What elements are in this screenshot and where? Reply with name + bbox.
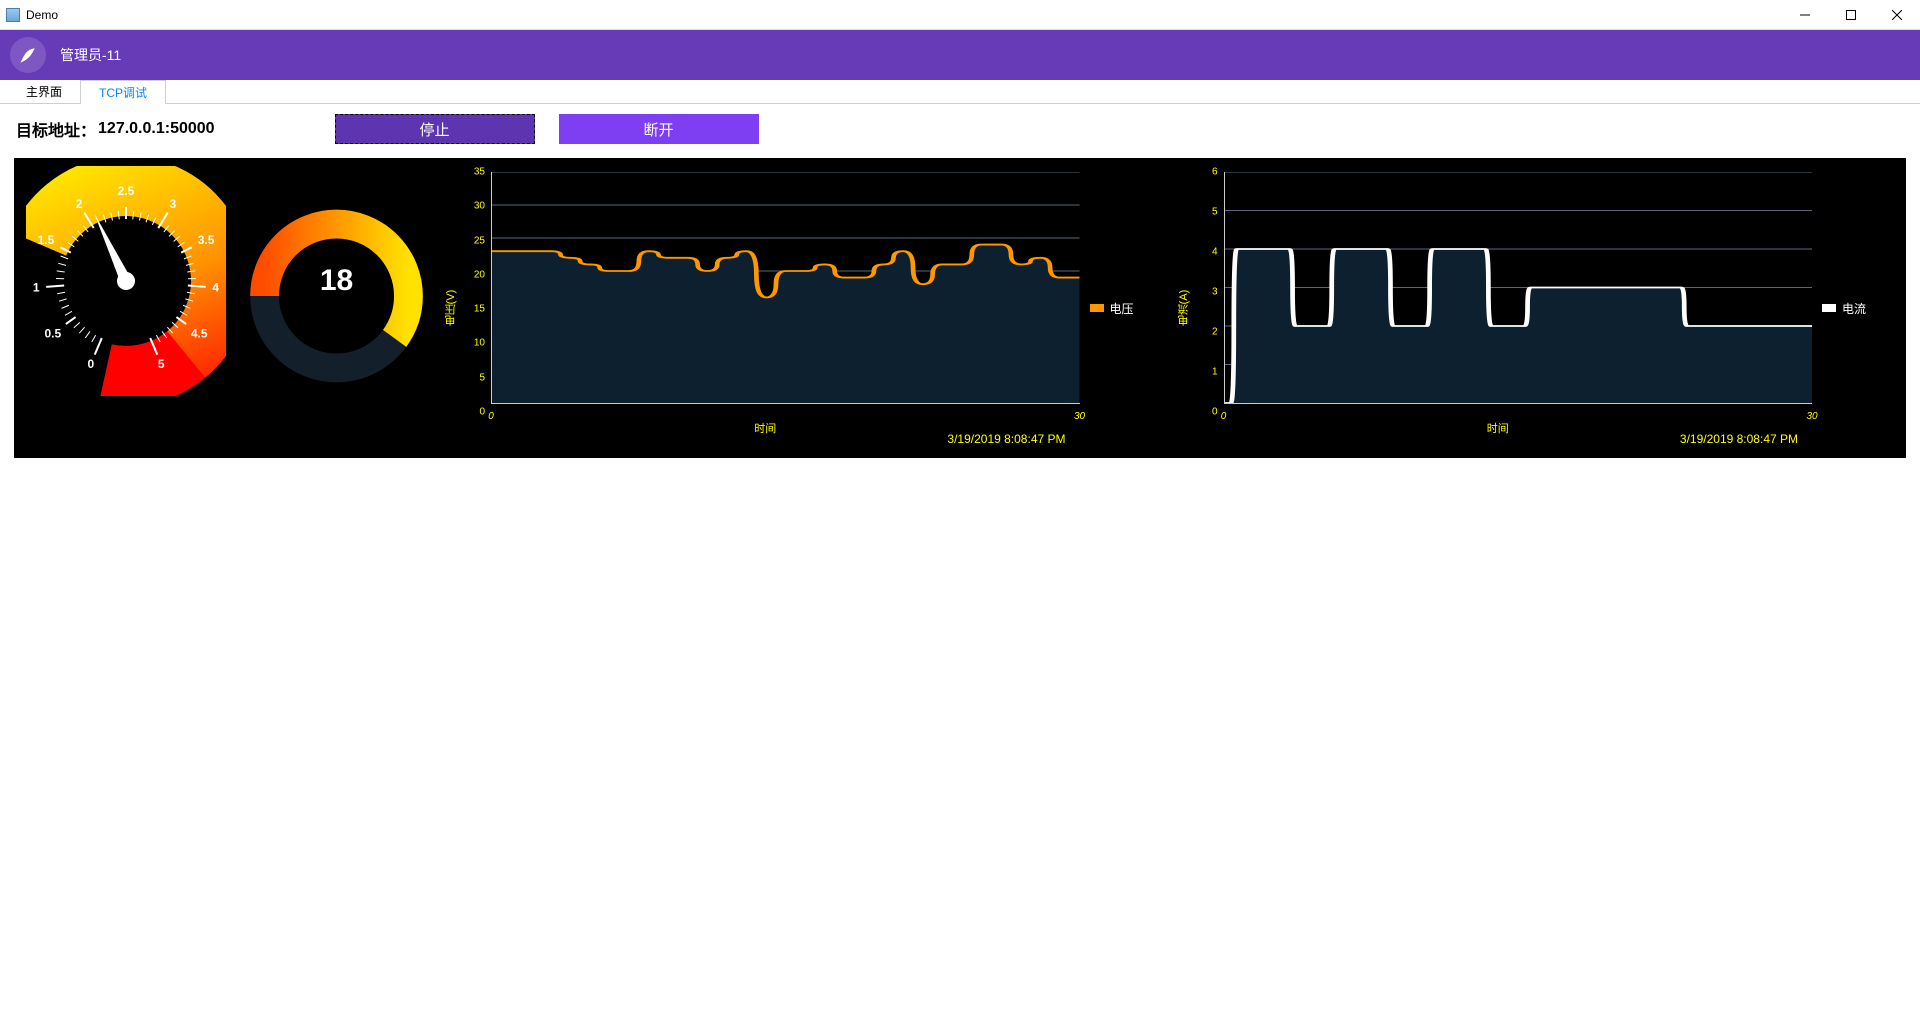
app-logo-icon: [10, 37, 46, 73]
voltage-chart-xlabel: 时间: [754, 420, 776, 436]
dashboard-panel: 0 0.5 1 1.5 2 2.5 3 3.5 4 4.5 5 18: [14, 158, 1906, 458]
svg-text:5: 5: [158, 357, 165, 371]
tab-tcp[interactable]: TCP调试: [80, 80, 166, 104]
voltage-legend-swatch: [1090, 304, 1104, 312]
stop-button[interactable]: 停止: [335, 114, 535, 144]
ring-gauge-value: 18: [244, 264, 429, 298]
svg-text:3.5: 3.5: [198, 233, 215, 247]
current-chart-timestamp: 3/19/2019 8:08:47 PM: [1680, 432, 1798, 446]
ring-gauge: 18: [244, 166, 429, 450]
current-chart-xlabel: 时间: [1487, 420, 1509, 436]
connection-toolbar: 目标地址： 127.0.0.1:50000 停止 断开: [0, 114, 1920, 144]
window-maximize-button[interactable]: [1828, 0, 1874, 30]
window-title: Demo: [26, 8, 58, 22]
svg-text:0: 0: [87, 357, 94, 371]
svg-text:0.5: 0.5: [44, 326, 61, 340]
tab-main[interactable]: 主界面: [8, 80, 80, 103]
current-chart: 电流(A) 时间 3/19/2019 8:08:47 PM 0123456030…: [1180, 166, 1895, 450]
tab-content: 目标地址： 127.0.0.1:50000 停止 断开: [0, 104, 1920, 458]
current-chart-ylabel: 电流(A): [1176, 290, 1192, 327]
target-address-value: 127.0.0.1:50000: [98, 120, 215, 138]
target-address-label: 目标地址：: [16, 117, 96, 141]
app-header: 管理员-11: [0, 30, 1920, 80]
voltage-chart-timestamp: 3/19/2019 8:08:47 PM: [947, 432, 1065, 446]
svg-text:1.5: 1.5: [38, 233, 55, 247]
svg-text:2.5: 2.5: [118, 184, 135, 198]
svg-text:4.5: 4.5: [191, 326, 208, 340]
svg-text:3: 3: [170, 197, 177, 211]
current-legend-label: 电流: [1842, 300, 1866, 317]
svg-text:4: 4: [212, 281, 219, 295]
voltage-chart-legend: 电压: [1084, 166, 1162, 450]
svg-text:2: 2: [76, 197, 83, 211]
voltage-chart: 电压(V) 时间 3/19/2019 8:08:47 PM 0510152025…: [447, 166, 1162, 450]
analog-gauge: 0 0.5 1 1.5 2 2.5 3 3.5 4 4.5 5: [26, 166, 226, 450]
window-close-button[interactable]: [1874, 0, 1920, 30]
app-window-icon: [6, 8, 20, 22]
disconnect-button[interactable]: 断开: [559, 114, 759, 144]
current-user-label: 管理员-11: [60, 45, 121, 65]
voltage-chart-ylabel: 电压(V): [443, 290, 459, 327]
voltage-legend-label: 电压: [1110, 300, 1134, 317]
tab-bar: 主界面 TCP调试: [0, 80, 1920, 104]
current-chart-legend: 电流: [1816, 166, 1894, 450]
current-legend-swatch: [1822, 304, 1836, 312]
window-titlebar: Demo: [0, 0, 1920, 30]
svg-text:1: 1: [33, 281, 40, 295]
window-minimize-button[interactable]: [1782, 0, 1828, 30]
